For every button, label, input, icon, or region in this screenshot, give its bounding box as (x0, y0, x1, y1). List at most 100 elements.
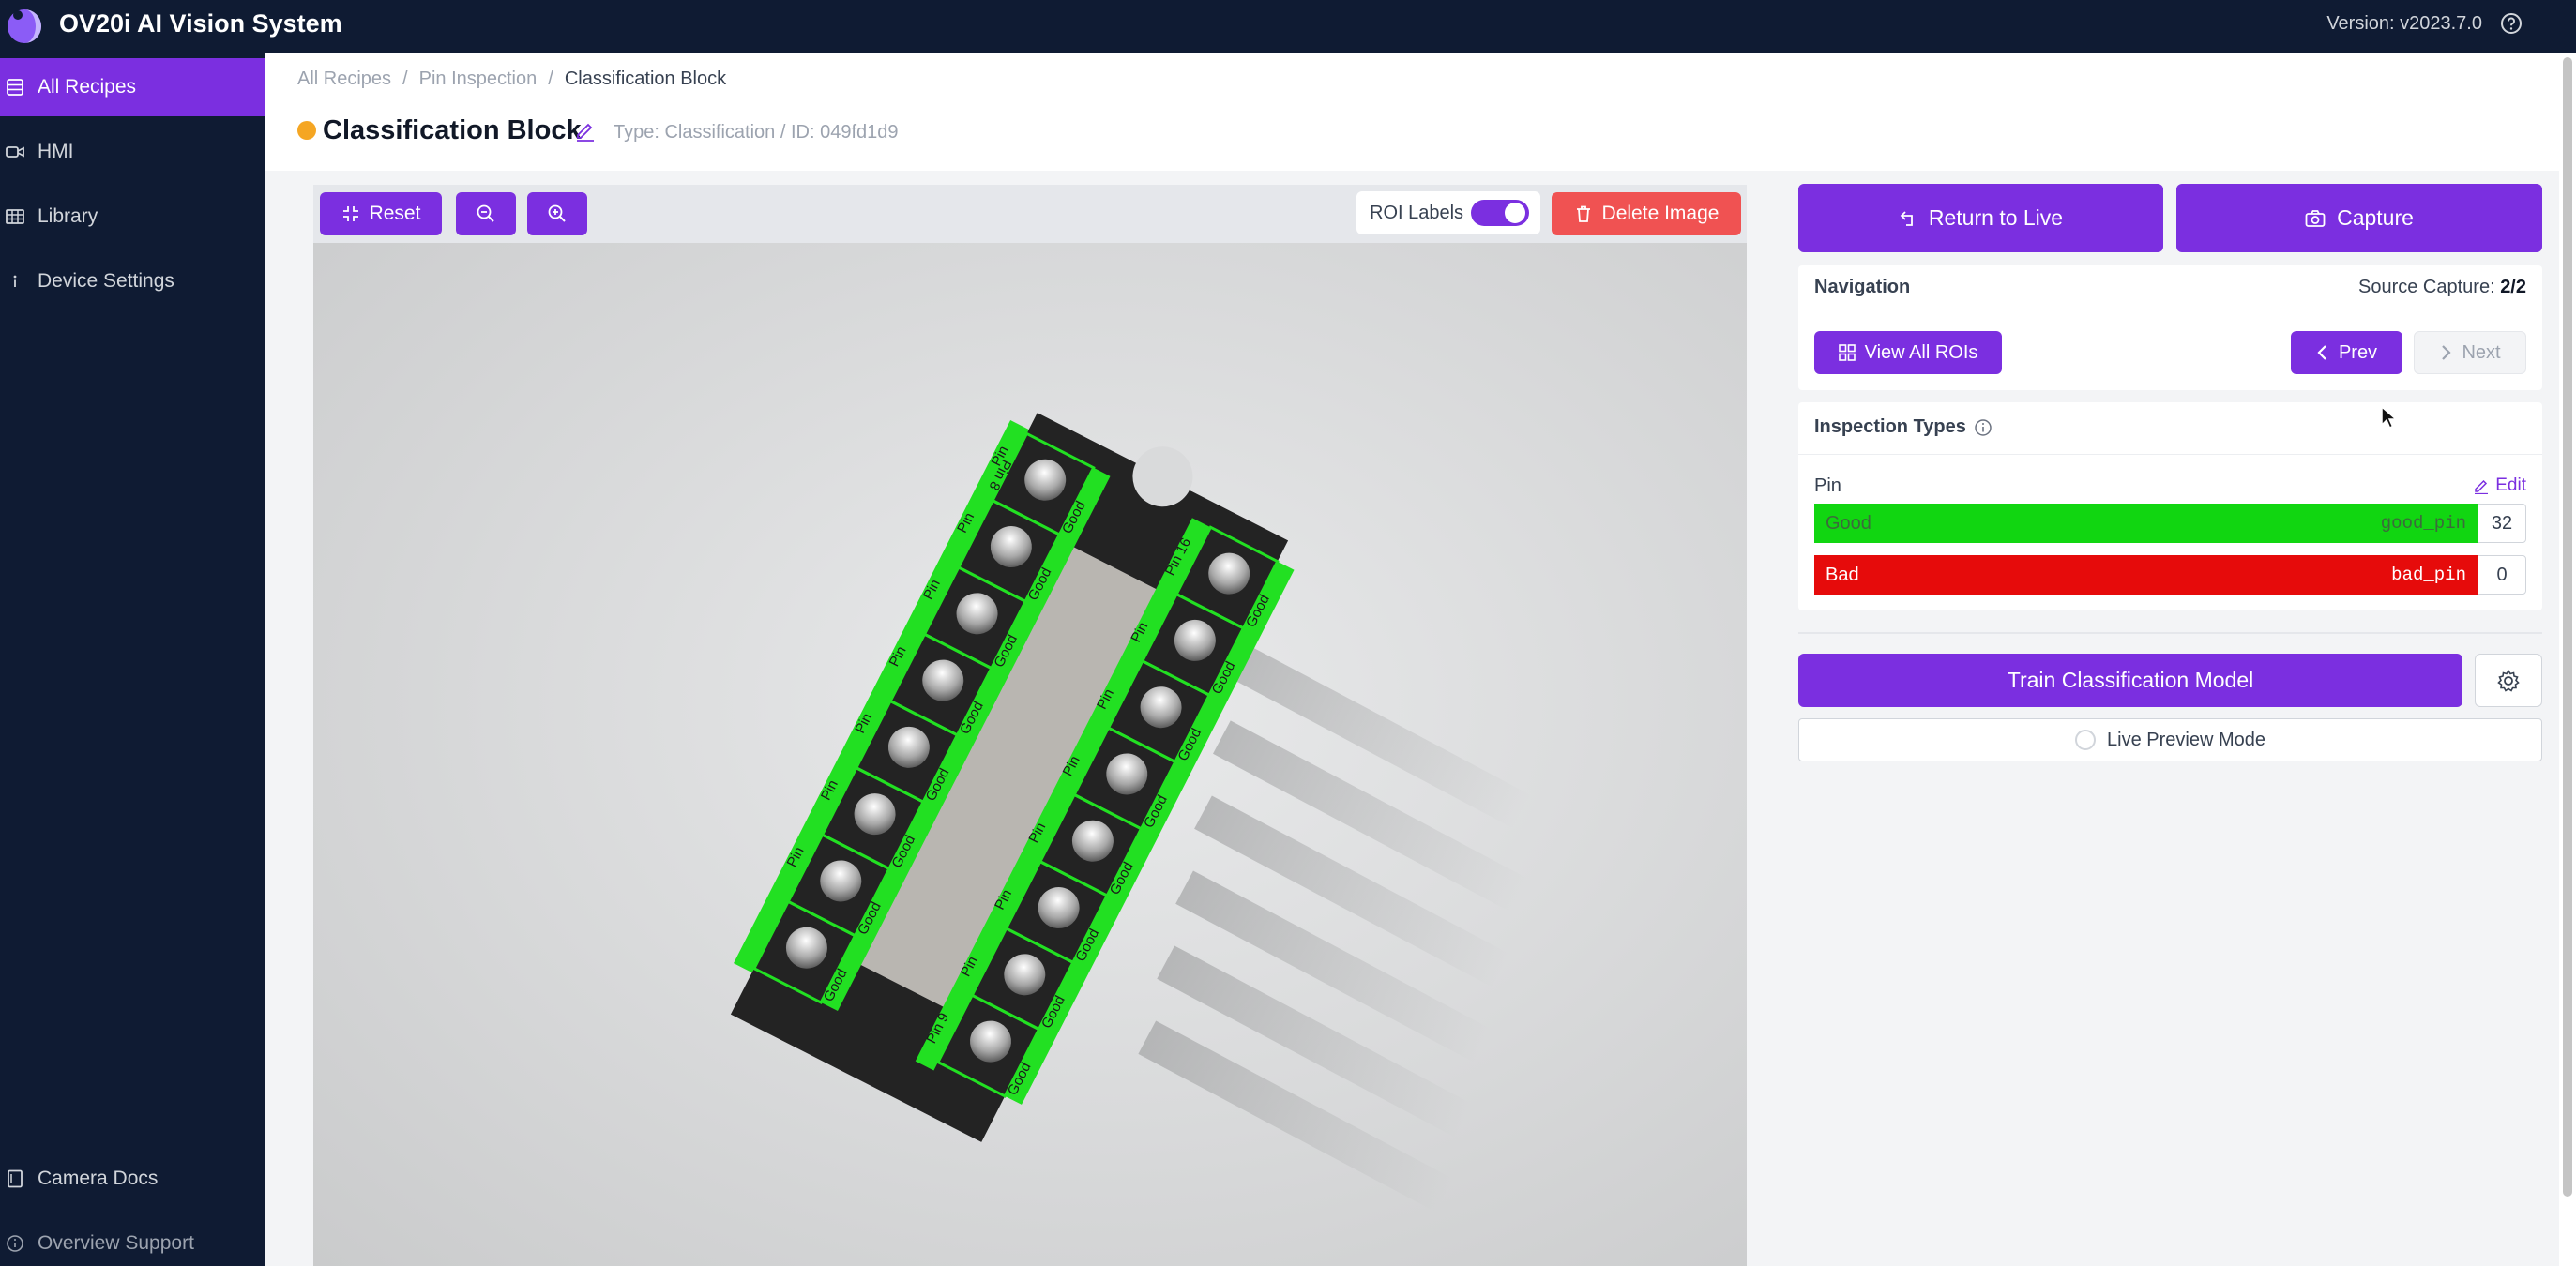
capture-button[interactable]: Capture (2176, 184, 2542, 252)
sidebar-item-library[interactable]: Library (0, 188, 265, 246)
page-title: Classification Block (323, 115, 582, 145)
next-label: Next (2462, 341, 2501, 363)
delete-image-button[interactable]: Delete Image (1552, 192, 1741, 235)
return-icon (1900, 210, 1913, 226)
breadcrumb-link-pin-inspection[interactable]: Pin Inspection (419, 68, 538, 90)
sidebar-item-device-settings[interactable]: Device Settings (0, 252, 265, 310)
sidebar-item-label: All Recipes (38, 76, 137, 98)
sidebar-item-overview-support[interactable]: Overview Support (0, 1214, 265, 1266)
prev-label: Prev (2338, 341, 2378, 363)
toggle-knob (1505, 203, 1525, 223)
logo-icon (8, 9, 41, 43)
sidebar: All Recipes HMI Library Device Settings … (0, 53, 265, 1266)
source-capture: Source Capture: 2/2 (2358, 277, 2526, 298)
camera-image[interactable]: Pin Pin Pin Pin Pin Pin Pin Pin 8 Good G… (313, 243, 1747, 1266)
document-icon (6, 1169, 24, 1188)
breadcrumb-current: Classification Block (564, 68, 727, 89)
sidebar-item-label: HMI (38, 141, 74, 162)
inspection-types-label: Inspection Types (1814, 416, 1966, 437)
breadcrumb-separator: / (548, 68, 553, 89)
info-circle-icon[interactable] (1974, 418, 1993, 437)
class-bad: Bad bad_pin (1814, 555, 2478, 595)
list-icon (6, 78, 24, 97)
capture-label: Capture (2337, 205, 2414, 230)
zoom-in-icon (548, 204, 566, 222)
sidebar-item-label: Camera Docs (38, 1168, 159, 1189)
inspection-type-name: Pin (1814, 475, 1841, 496)
collapse-icon (342, 206, 358, 221)
image-viewer: Reset ROI Labels Delete Image Pin Pin Pi… (313, 185, 1747, 1266)
chevron-left-icon (2317, 345, 2326, 360)
class-code: good_pin (2380, 513, 2466, 534)
reset-label: Reset (369, 203, 421, 224)
next-button[interactable]: Next (2414, 331, 2526, 374)
class-count: 0 (2478, 555, 2526, 595)
class-name: Bad (1826, 564, 1859, 585)
sidebar-item-label: Library (38, 205, 98, 227)
sidebar-item-hmi[interactable]: HMI (0, 123, 265, 181)
table-icon (6, 207, 24, 226)
inspection-types-title: Inspection Types (1814, 416, 1993, 438)
mouse-cursor-icon (2381, 406, 2398, 430)
inspection-photo: Pin Pin Pin Pin Pin Pin Pin Pin 8 Good G… (313, 243, 1747, 1266)
divider (1798, 632, 2542, 634)
zoom-in-button[interactable] (527, 192, 587, 235)
view-all-rois-button[interactable]: View All ROIs (1814, 331, 2002, 374)
class-name: Good (1826, 512, 1871, 534)
train-label: Train Classification Model (2007, 668, 2254, 692)
status-indicator (297, 121, 316, 140)
chevron-right-icon (2442, 345, 2451, 360)
delete-image-label: Delete Image (1601, 203, 1720, 224)
roi-labels-label: ROI Labels (1370, 202, 1464, 223)
video-icon (6, 143, 24, 161)
zoom-out-icon (477, 204, 494, 222)
page-scrollbar[interactable] (2559, 53, 2576, 1266)
grid-icon (1838, 344, 1856, 361)
breadcrumb-separator: / (402, 68, 408, 89)
train-settings-button[interactable] (2475, 654, 2542, 707)
scroll-thumb[interactable] (2563, 57, 2572, 1197)
return-to-live-label: Return to Live (1928, 205, 2064, 230)
sidebar-item-all-recipes[interactable]: All Recipes (0, 58, 265, 116)
live-preview-label: Live Preview Mode (2107, 729, 2265, 750)
camera-icon (2305, 209, 2326, 227)
pencil-icon[interactable] (574, 119, 597, 142)
class-code: bad_pin (2391, 565, 2466, 585)
help-circle-icon (6, 1234, 24, 1253)
roi-labels-control: ROI Labels (1356, 191, 1540, 234)
pencil-icon (2475, 479, 2489, 494)
navigation-card: Navigation Source Capture: 2/2 View All … (1798, 265, 2542, 390)
roi-labels-toggle[interactable] (1471, 200, 1529, 226)
reset-button[interactable]: Reset (320, 192, 442, 235)
navigation-title: Navigation (1814, 277, 1911, 297)
return-to-live-button[interactable]: Return to Live (1798, 184, 2163, 252)
help-icon[interactable] (2499, 11, 2523, 36)
class-good: Good good_pin (1814, 504, 2478, 543)
source-capture-label: Source Capture: (2357, 277, 2501, 297)
app-title: OV20i AI Vision System (59, 9, 342, 38)
view-all-rois-label: View All ROIs (1864, 341, 1978, 363)
edit-classes-button[interactable]: Edit (2473, 475, 2526, 496)
divider (1798, 454, 2542, 455)
breadcrumb: All Recipes / Pin Inspection / Classific… (297, 68, 726, 90)
trash-icon (1576, 205, 1590, 222)
recipe-meta: Type: Classification / ID: 049fd1d9 (614, 122, 899, 143)
breadcrumb-link-all-recipes[interactable]: All Recipes (297, 68, 391, 90)
edit-label: Edit (2495, 475, 2526, 495)
class-count: 32 (2478, 504, 2526, 543)
zoom-out-button[interactable] (456, 192, 516, 235)
gear-icon (2497, 669, 2520, 692)
version-label: Version: v2023.7.0 (2326, 13, 2482, 34)
image-toolbar: Reset ROI Labels Delete Image (313, 185, 1747, 243)
info-icon (6, 272, 24, 291)
train-classification-model-button[interactable]: Train Classification Model (1798, 654, 2462, 707)
source-capture-value: 2/2 (2500, 277, 2526, 297)
page-header: All Recipes / Pin Inspection / Classific… (265, 53, 2559, 171)
live-preview-radio[interactable] (2075, 730, 2097, 750)
top-bar: OV20i AI Vision System Version: v2023.7.… (0, 0, 2576, 53)
sidebar-item-camera-docs[interactable]: Camera Docs (0, 1150, 265, 1208)
sidebar-item-label: Device Settings (38, 270, 174, 292)
inspection-types-card: Inspection Types Pin Edit Good good_pin … (1798, 402, 2542, 610)
prev-button[interactable]: Prev (2291, 331, 2402, 374)
live-preview-mode-option[interactable]: Live Preview Mode (1798, 718, 2542, 761)
